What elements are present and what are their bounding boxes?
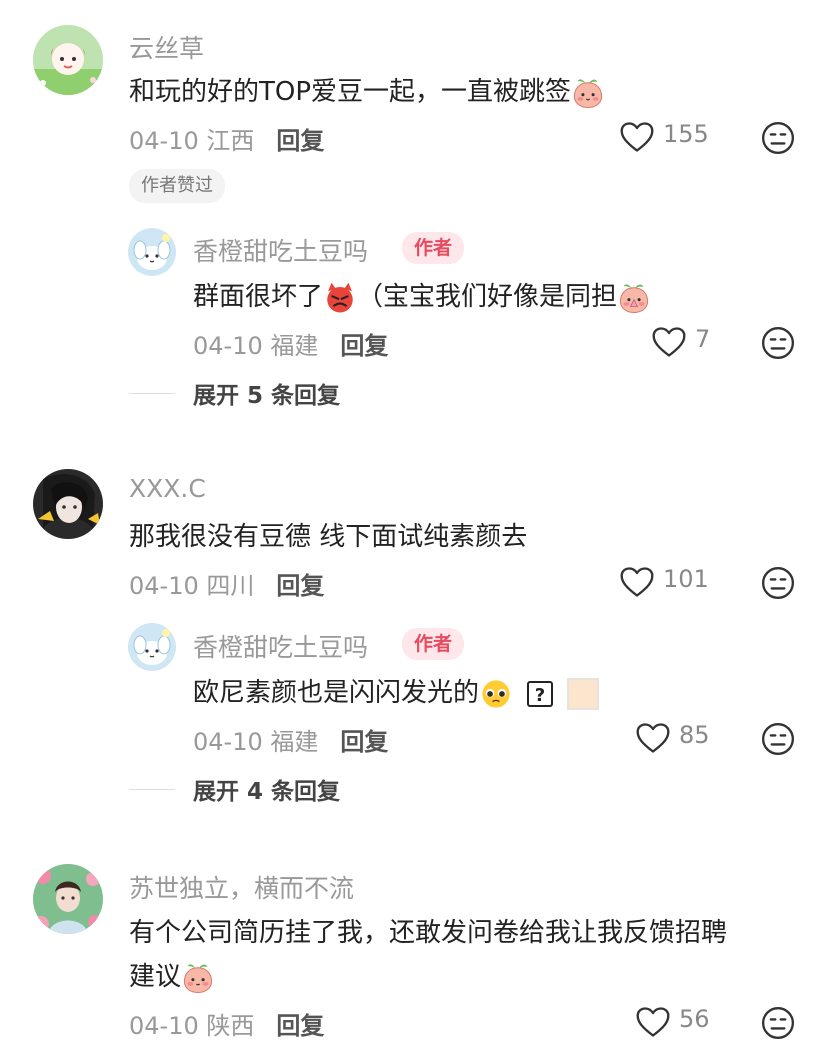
comment-text-line1: 有个公司简历挂了我，还敢发问卷给我让我反馈招聘 [129,918,728,948]
like-count: 56 [679,1005,710,1033]
reply-meta: 04-10 福建 回复 [193,722,388,757]
unknown-glyph-icon: ? [527,680,554,707]
peach-emoji-icon [571,76,605,110]
avatar-image [33,469,103,539]
reply-avatar[interactable] [128,228,176,276]
comment-author-name[interactable]: 苏世独立，横而不流 [129,869,354,905]
reply-button[interactable]: 回复 [276,127,324,155]
reply-meta: 04-10 福建 回复 [193,326,388,361]
heart-icon [651,325,687,359]
like-button[interactable]: 56 [635,1005,710,1039]
dislike-icon[interactable] [760,1005,796,1041]
reply-location: 福建 [270,728,319,756]
like-count: 101 [663,565,709,593]
comment-date: 04-10 [129,1012,199,1040]
comment-meta: 04-10 四川 回复 [129,566,324,601]
avatar-image [33,864,103,934]
expand-replies-button[interactable]: 展开 5 条回复 [193,376,340,410]
angry-devil-emoji-icon [327,282,353,312]
like-button[interactable]: 7 [651,325,710,359]
dislike-icon[interactable] [760,565,796,601]
heart-icon [619,565,655,599]
comment-location: 江西 [206,127,255,155]
reply-text: 群面很坏了 （宝宝我们好像是同担 [193,277,651,317]
like-count: 155 [663,120,709,148]
comment-date: 04-10 [129,127,199,155]
comment-meta: 04-10 江西 回复 [129,121,324,156]
svg-text:?: ? [535,685,545,706]
avatar[interactable] [33,469,103,539]
pleading-face-emoji-icon [482,679,510,708]
expand-replies-button[interactable]: 展开 4 条回复 [193,772,340,806]
reply-avatar[interactable] [128,623,176,671]
heart-icon [635,721,671,755]
reply-button[interactable]: 回复 [276,1012,324,1040]
comment-text: 和玩的好的TOP爱豆一起，一直被跳签 [129,72,605,112]
avatar-image [128,228,176,276]
reply-button[interactable]: 回复 [340,728,388,756]
reply-text-part2: （宝宝我们好像是同担 [357,282,618,312]
author-liked-tag: 作者赞过 [129,169,225,203]
dislike-icon[interactable] [760,325,796,361]
comment-location: 陕西 [206,1012,255,1040]
like-button[interactable]: 155 [619,120,709,154]
like-count: 7 [695,325,711,353]
divider [129,393,175,394]
like-button[interactable]: 101 [619,565,709,599]
praying-peach-emoji-icon [617,281,651,315]
avatar-image [128,623,176,671]
reply-text-part1: 群面很坏了 [193,282,324,312]
comment-date: 04-10 [129,572,199,600]
comment-meta: 04-10 陕西 回复 [129,1006,324,1041]
comment-author-name[interactable]: 云丝草 [129,29,204,65]
comment-text-line2: 建议 [129,957,215,997]
reply-location: 福建 [270,332,319,360]
divider [129,789,175,790]
avatar[interactable] [33,25,103,95]
heart-icon [635,1005,671,1039]
comment-location: 四川 [206,572,255,600]
heart-icon [619,120,655,154]
reply-text-content: 欧尼素颜也是闪闪发光的 [193,678,480,708]
comment-text: 那我很没有豆德 线下面试纯素颜去 [129,522,528,552]
reply-date: 04-10 [193,728,263,756]
like-button[interactable]: 85 [635,721,710,755]
reply-author-name[interactable]: 香橙甜吃土豆吗 [193,628,368,664]
reply-button[interactable]: 回复 [276,572,324,600]
avatar-image [33,25,103,95]
blank-tile-icon [566,677,599,710]
reply-author-name[interactable]: 香橙甜吃土豆吗 [193,232,368,268]
author-badge: 作者 [402,628,465,660]
reply-date: 04-10 [193,332,263,360]
author-badge: 作者 [402,232,465,264]
comment-text-content: 建议 [129,962,182,992]
reply-button[interactable]: 回复 [340,332,388,360]
comment-author-name[interactable]: XXX.C [129,474,206,503]
like-count: 85 [679,721,710,749]
avatar[interactable] [33,864,103,934]
peach-emoji-icon [181,961,215,995]
dislike-icon[interactable] [760,721,796,757]
dislike-icon[interactable] [760,120,796,156]
comment-text-content: 和玩的好的TOP爱豆一起，一直被跳签 [129,77,572,107]
reply-text: 欧尼素颜也是闪闪发光的 ? [193,673,600,713]
